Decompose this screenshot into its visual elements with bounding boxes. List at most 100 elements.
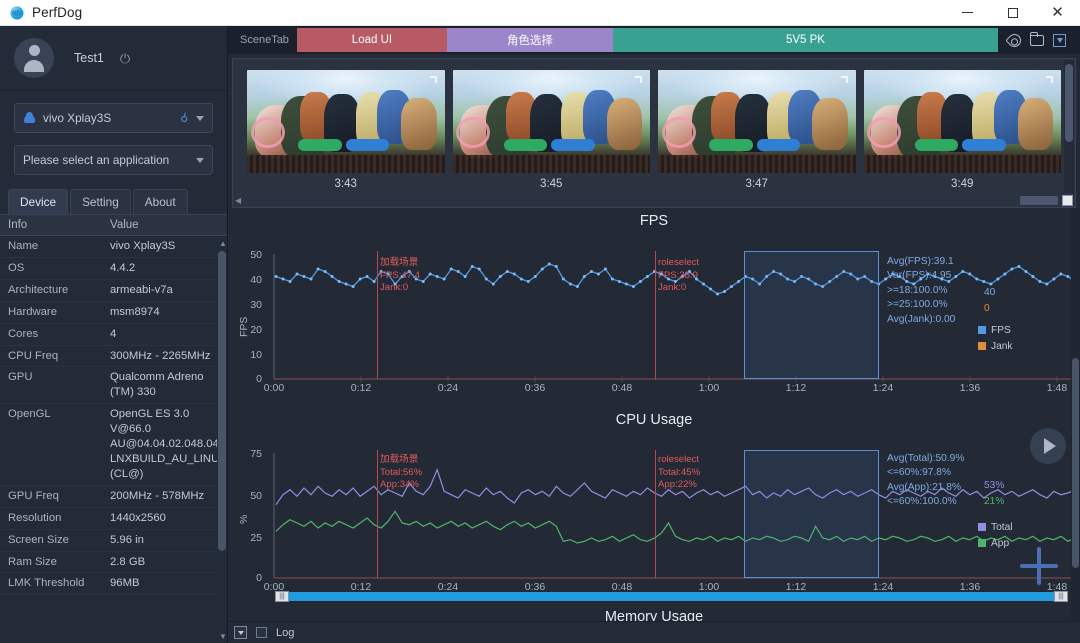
row-value: msm8974 — [102, 301, 227, 324]
location-pin-icon[interactable] — [1005, 30, 1024, 50]
maximize-button[interactable] — [990, 0, 1035, 26]
close-button[interactable]: ✕ — [1035, 0, 1080, 26]
charts-vscrollbar[interactable] — [1071, 208, 1080, 621]
scrollbar-thumb[interactable] — [1072, 358, 1079, 568]
charts-area[interactable]: FPS FPS 50 40 30 20 10 0 加载场景 FPS:47.4 J… — [228, 208, 1080, 621]
column-header-info: Info — [0, 215, 102, 236]
legend-label-app: App — [991, 537, 1010, 549]
scrollbar-thumb[interactable] — [218, 251, 226, 551]
scrollbar-thumb[interactable] — [1020, 196, 1058, 205]
row-value: 4 — [102, 323, 227, 346]
sidebar-scrollbar[interactable]: ▲ ▼ — [217, 237, 227, 643]
chart-title-cpu: CPU Usage — [615, 412, 693, 428]
perfdog-logo-icon — [9, 4, 25, 21]
device-select[interactable]: vivo Xplay3S ☌ — [14, 103, 213, 133]
marker-line-roleselect-fps — [655, 251, 656, 379]
table-row[interactable]: Resolution 1440x2560 — [0, 507, 227, 530]
row-key: Ram Size — [0, 551, 102, 574]
add-chart-button[interactable] — [1020, 547, 1058, 585]
screenshot-thumb[interactable]: 3:49 — [863, 69, 1061, 190]
stats-fps: Avg(FPS):39.1 Var(FPS):4.95 >=18:100.0% … — [887, 256, 956, 325]
chevron-down-icon — [196, 157, 204, 163]
bottom-bar: Log — [228, 621, 1080, 643]
table-row[interactable]: Screen Size 5.96 in — [0, 529, 227, 552]
row-value: 200MHz - 578MHz — [102, 485, 227, 508]
table-row[interactable]: CPU Freq 300MHz - 2265MHz — [0, 345, 227, 368]
scroll-left-icon[interactable]: ◀ — [235, 196, 241, 205]
scroll-track[interactable] — [289, 592, 1054, 601]
selection-region-fps[interactable] — [744, 251, 879, 379]
expand-dropdown-button[interactable] — [234, 626, 247, 639]
tab-setting[interactable]: Setting — [70, 189, 131, 214]
scene-load-ui[interactable]: Load UI — [296, 28, 447, 52]
xtick: 1:00 — [698, 581, 720, 593]
row-key: OpenGL — [0, 403, 102, 486]
xtick: 0:36 — [524, 382, 546, 394]
table-row[interactable]: OpenGL OpenGL ES 3.0 V@66.0 AU@04.04.02.0… — [0, 403, 227, 486]
xtick: 0:00 — [263, 382, 285, 394]
table-row[interactable]: Cores 4 — [0, 323, 227, 346]
avatar[interactable] — [14, 38, 54, 78]
row-value: 1440x2560 — [102, 507, 227, 530]
row-key: Name — [0, 235, 102, 258]
application-select[interactable]: Please select an application — [14, 145, 213, 175]
minimize-button[interactable] — [945, 0, 990, 26]
chart-title-fps: FPS — [639, 213, 669, 229]
folder-icon[interactable] — [1029, 31, 1044, 46]
export-box-icon[interactable] — [1053, 33, 1066, 47]
screenshot-vscrollbar[interactable] — [1064, 60, 1074, 193]
power-icon[interactable]: ⏻ — [120, 52, 130, 65]
scroll-up-icon[interactable]: ▲ — [219, 239, 227, 248]
xtick: 0:24 — [437, 581, 459, 593]
screenshot-hscrollbar[interactable]: ◀ — [233, 194, 1075, 207]
app-title: PerfDog — [32, 5, 83, 20]
row-key: OS — [0, 257, 102, 280]
game-screenshot-image[interactable] — [247, 69, 445, 173]
table-row[interactable]: Ram Size 2.8 GB — [0, 551, 227, 574]
table-row[interactable]: OS 4.4.2 — [0, 257, 227, 280]
row-value: 96MB — [102, 572, 227, 596]
table-row[interactable]: GPU Freq 200MHz - 578MHz — [0, 485, 227, 508]
xtick: 1:24 — [872, 581, 894, 593]
plot-cpu[interactable]: % 75 50 25 0 加载场景 Total:56% App:34% role… — [232, 428, 1080, 593]
screenshot-thumb[interactable]: 3:45 — [452, 69, 650, 190]
tab-about[interactable]: About — [132, 189, 188, 214]
android-icon — [23, 111, 36, 125]
scene-5v5-pk[interactable]: 5V5 PK — [612, 28, 998, 52]
play-button[interactable] — [1030, 428, 1066, 464]
row-key: CPU Freq — [0, 345, 102, 368]
device-info-table-wrap: Info Value Name vivo Xplay3S OS 4.4.2 Arch… — [0, 214, 227, 643]
game-screenshot-image[interactable] — [452, 69, 650, 173]
tab-device[interactable]: Device — [8, 189, 69, 214]
table-row[interactable]: Hardware msm8974 — [0, 301, 227, 324]
table-row[interactable]: Architecture armeabi-v7a — [0, 279, 227, 302]
table-row[interactable]: LMK Threshold 96MB — [0, 572, 227, 596]
screenshot-thumb[interactable]: 3:47 — [658, 69, 856, 190]
selection-region-cpu[interactable] — [744, 450, 879, 578]
application-select-value: Please select an application — [23, 153, 170, 167]
scroll-down-icon[interactable]: ▼ — [219, 632, 227, 641]
row-value: 2.8 GB — [102, 551, 227, 574]
screenshot-time: 3:43 — [334, 177, 357, 190]
screenshot-row: 3:43 3:45 3:47 3:49 — [233, 59, 1075, 194]
log-checkbox[interactable] — [256, 627, 267, 638]
scroll-end-button[interactable] — [1062, 195, 1073, 206]
device-select-value: vivo Xplay3S — [43, 111, 112, 125]
game-screenshot-image[interactable] — [863, 69, 1061, 173]
screenshot-time: 3:45 — [540, 177, 563, 190]
chart-fps: FPS FPS 50 40 30 20 10 0 加载场景 FPS:47.4 J… — [232, 208, 1080, 394]
screenshot-time: 3:49 — [951, 177, 974, 190]
game-screenshot-image[interactable] — [658, 69, 856, 173]
table-row[interactable]: Name vivo Xplay3S — [0, 235, 227, 258]
marker-line-roleselect-cpu — [655, 450, 656, 578]
sidebar-tabs: Device Setting About — [0, 189, 227, 214]
screenshot-thumb[interactable]: 3:43 — [247, 69, 445, 190]
table-header-row: Info Value — [0, 215, 227, 236]
row-key: GPU Freq — [0, 485, 102, 508]
plot-fps[interactable]: FPS 50 40 30 20 10 0 加载场景 FPS:47.4 Jank:… — [232, 229, 1080, 394]
xtick: 1:48 — [1046, 382, 1068, 394]
table-row[interactable]: GPU Qualcomm Adreno (TM) 330 — [0, 366, 227, 405]
log-label: Log — [276, 626, 295, 639]
scene-role-select[interactable]: 角色选择 — [446, 28, 613, 52]
row-key: Cores — [0, 323, 102, 346]
